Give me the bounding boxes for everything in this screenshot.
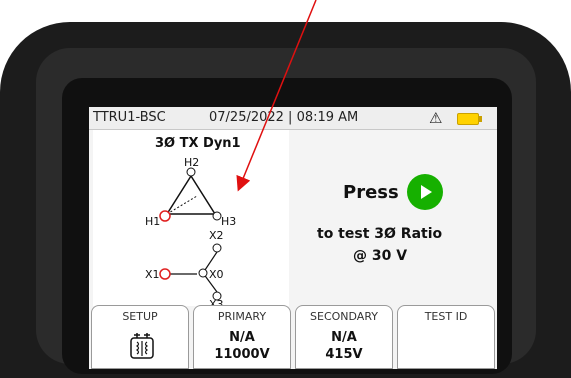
annotation-arrow [236,0,317,192]
red-pointer-line [236,0,317,192]
